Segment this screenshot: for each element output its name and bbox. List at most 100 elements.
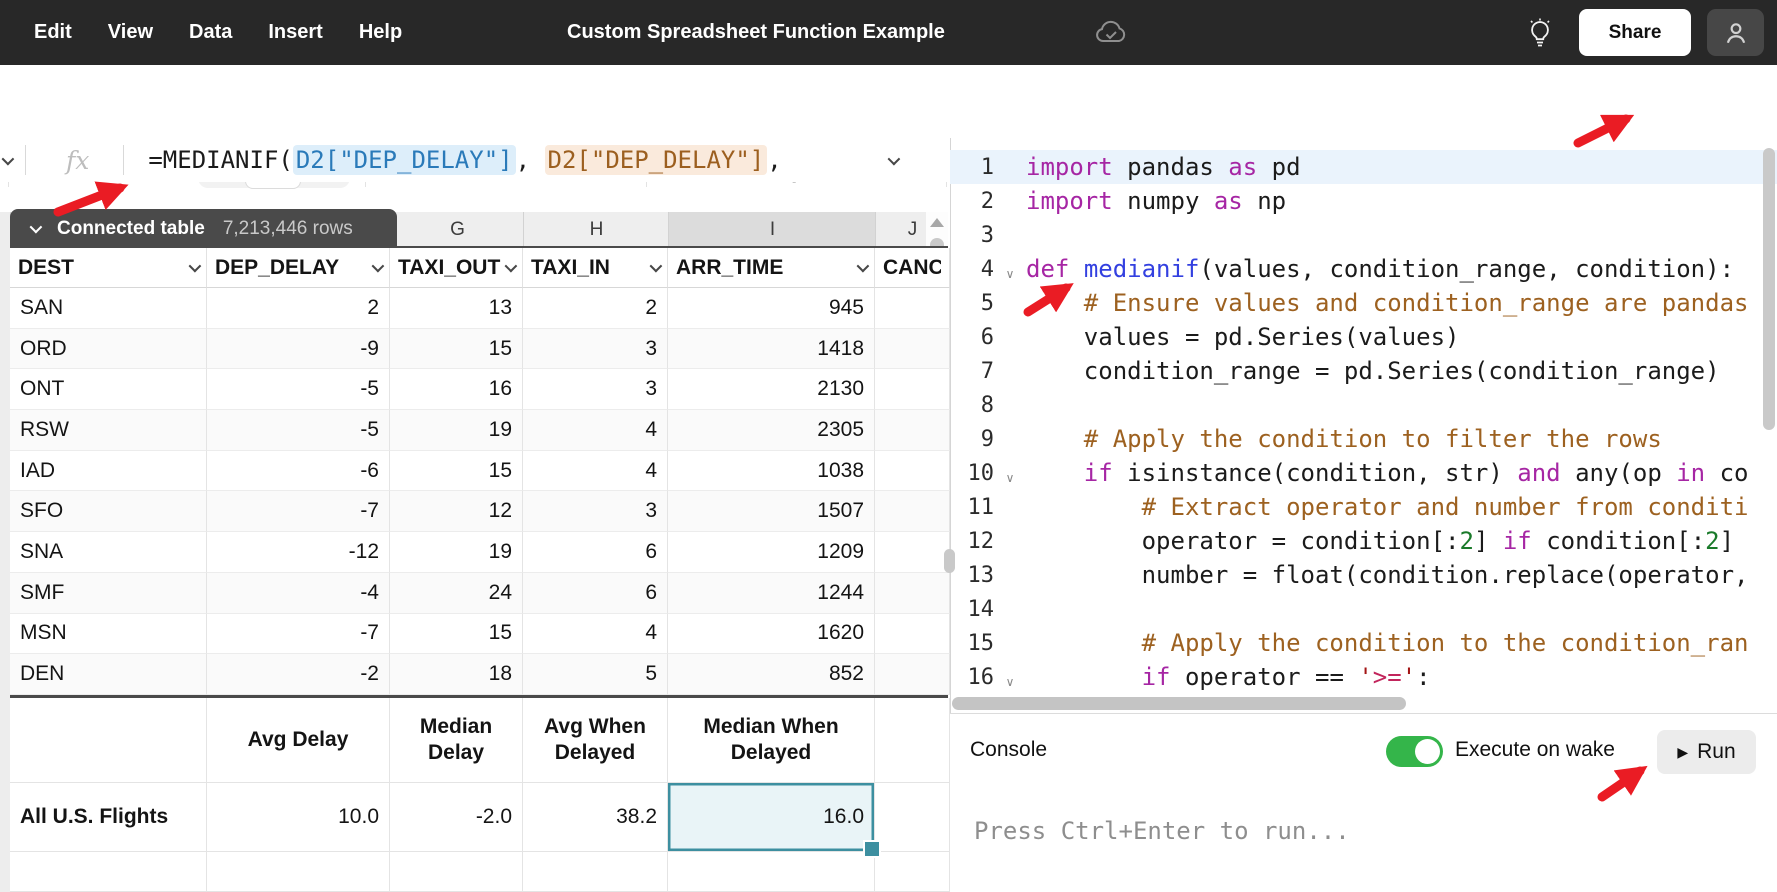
table-cell[interactable]: 3 (523, 491, 668, 532)
code-line[interactable]: 12 operator = condition[:2] if condition… (950, 524, 1777, 558)
table-cell[interactable]: 1209 (668, 532, 875, 573)
code-line[interactable]: 5 # Ensure values and condition_range ar… (950, 286, 1777, 320)
fold-chevron-icon[interactable]: ∨ (994, 257, 1026, 281)
code-line[interactable]: 16∨ if operator == '>=': (950, 660, 1777, 694)
table-cell[interactable]: RSW (10, 410, 207, 451)
code-line[interactable]: 3 (950, 218, 1777, 252)
table-cell[interactable]: ONT (10, 369, 207, 410)
summary-empty-cell[interactable] (875, 698, 950, 783)
column-header-dest[interactable]: DEST (10, 248, 207, 288)
table-cell[interactable] (875, 654, 950, 695)
empty-cell[interactable] (523, 852, 668, 892)
empty-cell[interactable] (875, 852, 950, 892)
table-cell[interactable]: 4 (523, 614, 668, 655)
table-cell[interactable]: -4 (207, 573, 390, 614)
table-cell[interactable]: 13 (390, 288, 523, 329)
table-cell[interactable] (875, 614, 950, 655)
table-cell[interactable]: 6 (523, 532, 668, 573)
table-cell[interactable] (875, 491, 950, 532)
table-cell[interactable]: 2 (207, 288, 390, 329)
column-header-cancelled[interactable]: CANCELLED (875, 248, 950, 288)
code-line[interactable]: 4∨def medianif(values, condition_range, … (950, 252, 1777, 286)
column-filter-chevron-icon[interactable] (505, 260, 518, 273)
scroll-up-arrow-icon[interactable] (930, 218, 944, 227)
column-header-taxi_out[interactable]: TAXI_OUT (390, 248, 523, 288)
table-cell[interactable]: 3 (523, 329, 668, 370)
menu-help[interactable]: Help (359, 21, 402, 44)
code-line[interactable]: 1import pandas as pd (950, 150, 1777, 184)
column-header-taxi_in[interactable]: TAXI_IN (523, 248, 668, 288)
table-cell[interactable]: -6 (207, 451, 390, 492)
code-line[interactable]: 15 # Apply the condition to the conditio… (950, 626, 1777, 660)
user-avatar-button[interactable] (1707, 9, 1764, 56)
table-cell[interactable]: 2 (523, 288, 668, 329)
table-cell[interactable]: -7 (207, 614, 390, 655)
lightbulb-icon[interactable] (1524, 17, 1556, 49)
empty-cell[interactable] (207, 852, 390, 892)
table-cell[interactable]: -9 (207, 329, 390, 370)
connected-table-badge[interactable]: Connected table 7,213,446 rows (10, 209, 397, 248)
code-line[interactable]: 14 (950, 592, 1777, 626)
table-cell[interactable]: DEN (10, 654, 207, 695)
table-cell[interactable]: 1507 (668, 491, 875, 532)
table-cell[interactable] (875, 532, 950, 573)
table-cell[interactable]: 16 (390, 369, 523, 410)
code-vertical-scrollbar[interactable] (1763, 148, 1775, 430)
table-cell[interactable]: 24 (390, 573, 523, 614)
table-cell[interactable]: -5 (207, 410, 390, 451)
table-cell[interactable]: 18 (390, 654, 523, 695)
menu-data[interactable]: Data (189, 21, 232, 44)
table-cell[interactable]: IAD (10, 451, 207, 492)
table-cell[interactable] (875, 451, 950, 492)
summary-value-cell[interactable]: -2.0 (390, 783, 523, 852)
column-filter-chevron-icon[interactable] (857, 260, 870, 273)
empty-cell[interactable] (10, 852, 207, 892)
table-cell[interactable]: 15 (390, 614, 523, 655)
fold-chevron-icon[interactable]: ∨ (994, 461, 1026, 485)
column-letter-I[interactable]: I (668, 212, 876, 248)
summary-value-cell[interactable]: 38.2 (523, 783, 668, 852)
selection-fill-handle[interactable] (863, 840, 881, 858)
formula-bar[interactable]: fx =MEDIANIF(D2["DEP_DELAY"], D2["DEP_DE… (0, 138, 950, 182)
table-cell[interactable]: 1038 (668, 451, 875, 492)
table-cell[interactable]: -7 (207, 491, 390, 532)
code-horizontal-scrollbar[interactable] (952, 697, 1406, 710)
table-cell[interactable]: SFO (10, 491, 207, 532)
code-line[interactable]: 11 # Extract operator and number from co… (950, 490, 1777, 524)
document-title[interactable]: Custom Spreadsheet Function Example (567, 21, 945, 44)
table-cell[interactable]: SAN (10, 288, 207, 329)
menu-edit[interactable]: Edit (34, 21, 72, 44)
table-cell[interactable]: 1418 (668, 329, 875, 370)
fold-chevron-icon[interactable]: ∨ (994, 665, 1026, 689)
table-cell[interactable] (875, 410, 950, 451)
table-cell[interactable]: MSN (10, 614, 207, 655)
table-cell[interactable]: ORD (10, 329, 207, 370)
table-cell[interactable]: SNA (10, 532, 207, 573)
code-editor[interactable]: 1import pandas as pd2import numpy as np3… (950, 138, 1777, 695)
table-cell[interactable]: 2305 (668, 410, 875, 451)
table-cell[interactable]: 4 (523, 410, 668, 451)
code-line[interactable]: 13 number = float(condition.replace(oper… (950, 558, 1777, 592)
column-header-arr_time[interactable]: ARR_TIME (668, 248, 875, 288)
table-cell[interactable]: -5 (207, 369, 390, 410)
table-cell[interactable]: SMF (10, 573, 207, 614)
column-header-dep_delay[interactable]: DEP_DELAY (207, 248, 390, 288)
selected-cell[interactable]: 16.0 (668, 783, 875, 852)
execute-on-wake-toggle[interactable] (1386, 736, 1443, 767)
table-cell[interactable]: 12 (390, 491, 523, 532)
panel-resize-handle[interactable] (944, 549, 955, 573)
summary-row-label[interactable]: All U.S. Flights (10, 783, 207, 852)
run-button[interactable]: ▶ Run (1657, 730, 1756, 774)
code-line[interactable]: 9 # Apply the condition to filter the ro… (950, 422, 1777, 456)
table-cell[interactable] (875, 329, 950, 370)
column-filter-chevron-icon[interactable] (372, 260, 385, 273)
empty-cell[interactable] (668, 852, 875, 892)
table-cell[interactable]: -2 (207, 654, 390, 695)
share-button[interactable]: Share (1579, 9, 1691, 56)
console-output[interactable]: Press Ctrl+Enter to run... (950, 787, 1777, 892)
summary-value-cell[interactable]: 10.0 (207, 783, 390, 852)
column-filter-chevron-icon[interactable] (189, 260, 202, 273)
table-cell[interactable]: 15 (390, 329, 523, 370)
table-cell[interactable]: 19 (390, 410, 523, 451)
formula-expand-chevron-icon[interactable] (888, 152, 901, 165)
